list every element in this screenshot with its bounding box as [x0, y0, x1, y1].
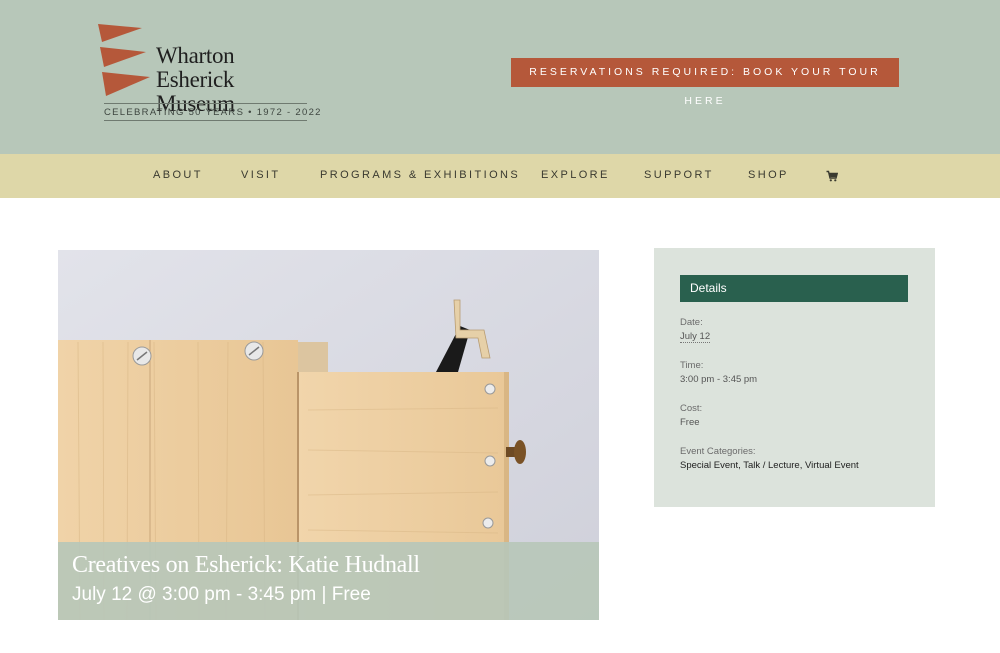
logo-flags-icon	[98, 24, 150, 96]
logo-tagline: CELEBRATING 50 YEARS • 1972 - 2022	[104, 107, 322, 118]
main-nav: ABOUT VISIT PROGRAMS & EXHIBITIONS EXPLO…	[0, 154, 1000, 198]
event-subtitle: July 12 @ 3:00 pm - 3:45 pm | Free	[72, 584, 371, 605]
event-hero[interactable]: Creatives on Esherick: Katie Hudnall Jul…	[58, 250, 599, 620]
hero-caption: Creatives on Esherick: Katie Hudnall Jul…	[58, 542, 599, 620]
cost-label: Cost:	[680, 403, 703, 414]
nav-item-explore[interactable]: EXPLORE	[541, 154, 610, 198]
logo-line-1: Wharton Esherick	[156, 43, 235, 92]
categories-list: Special Event, Talk / Lecture, Virtual E…	[680, 460, 859, 471]
book-tour-button[interactable]: RESERVATIONS REQUIRED: BOOK YOUR TOUR HE…	[511, 58, 899, 107]
logo-divider-bottom	[104, 120, 307, 121]
category-link-virtual-event[interactable]: Virtual Event	[805, 460, 859, 471]
details-heading: Details	[680, 275, 908, 302]
cost-value: Free	[680, 417, 700, 428]
museum-logo[interactable]: Wharton Esherick Museum CELEBRATING 50 Y…	[96, 22, 322, 124]
event-details-panel: Details Date: July 12 Time: 3:00 pm - 3:…	[654, 248, 935, 507]
cart-icon[interactable]	[826, 170, 838, 182]
time-label: Time:	[680, 360, 704, 371]
logo-divider-top	[104, 103, 307, 104]
nav-item-programs-exhibitions[interactable]: PROGRAMS & EXHIBITIONS	[320, 154, 520, 198]
date-value: July 12	[680, 331, 711, 343]
date-label: Date:	[680, 317, 703, 328]
category-link-talk-lecture[interactable]: Talk / Lecture	[743, 460, 800, 471]
nav-item-about[interactable]: ABOUT	[153, 154, 203, 198]
categories-label: Event Categories:	[680, 446, 756, 457]
category-link-special-event[interactable]: Special Event	[680, 460, 738, 471]
site-header: Wharton Esherick Museum CELEBRATING 50 Y…	[0, 0, 1000, 154]
nav-item-support[interactable]: SUPPORT	[644, 154, 714, 198]
date-value-wrap: July 12	[680, 331, 711, 343]
nav-item-shop[interactable]: SHOP	[748, 154, 789, 198]
event-title: Creatives on Esherick: Katie Hudnall	[72, 552, 420, 578]
time-value: 3:00 pm - 3:45 pm	[680, 374, 758, 385]
logo-wordmark: Wharton Esherick Museum	[156, 44, 311, 116]
nav-item-visit[interactable]: VISIT	[241, 154, 281, 198]
